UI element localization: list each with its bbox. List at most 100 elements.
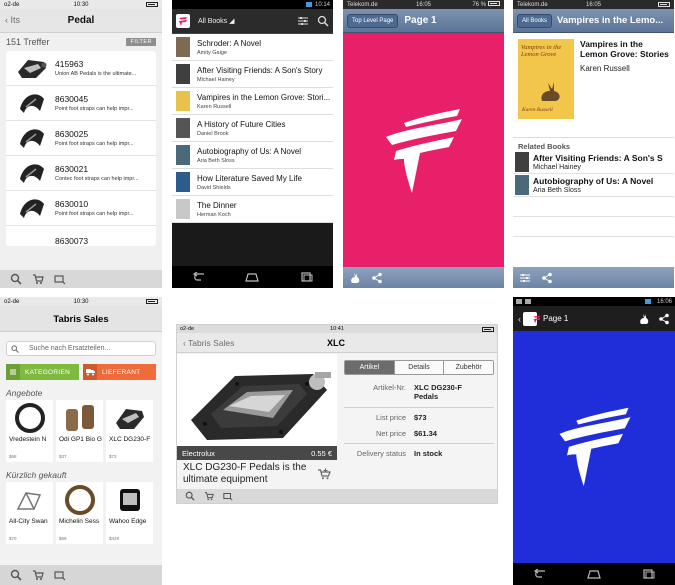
product-card[interactable]: XLC DG230-F $73 [106, 400, 153, 462]
back-button[interactable]: Top Level Page [347, 13, 399, 28]
status-bar: o2-de 10:41 [177, 325, 497, 333]
list-item[interactable]: 8630073 [6, 226, 156, 246]
list-item[interactable]: Schroder: A Novel Amity Gaige [172, 34, 333, 61]
list-item[interactable]: 415963 Union AB Pedals is the ultimate... [6, 51, 156, 86]
search-icon[interactable] [10, 569, 22, 581]
kategorien-button[interactable]: KATEGORIEN [6, 364, 79, 380]
back-icon[interactable] [191, 272, 207, 282]
up-navigation-icon[interactable]: ‹ [518, 314, 521, 324]
book-list: Schroder: A Novel Amity Gaige After Visiti… [172, 34, 333, 223]
book-title: The Dinner [197, 200, 237, 210]
item-desc: Point foot straps can help impr... [55, 141, 134, 147]
cart-icon[interactable] [32, 273, 44, 285]
product-price: $73 [109, 454, 117, 459]
list-item[interactable]: 8630010 Point foot straps can help impr..… [6, 191, 156, 226]
related-item[interactable]: Autobiography of Us: A Novel Aria Beth Sl… [513, 174, 674, 197]
carrier: o2-de [4, 1, 20, 8]
back-button[interactable]: All Books [517, 13, 553, 28]
book-author: Daniel Brook [197, 130, 229, 137]
list-add-icon[interactable] [54, 273, 66, 285]
empty-row [513, 217, 674, 237]
settings-sliders-icon[interactable] [297, 15, 309, 27]
tab-artikel[interactable]: Artikel [345, 361, 395, 374]
list-item[interactable]: How Literature Saved My Life David Shield… [172, 169, 333, 196]
book-author: Herman Koch [197, 211, 231, 218]
related-item[interactable]: After Visiting Friends: A Son's S Michael… [513, 151, 674, 174]
product-card[interactable]: Vredestein N $68 [6, 400, 53, 462]
book-author: Amity Gaige [197, 49, 227, 56]
foot-strap-thumbnail [20, 129, 44, 148]
item-id: 8630025 [55, 129, 89, 139]
related-author: Michael Hainey [533, 164, 581, 171]
list-item[interactable]: The Dinner Herman Koch [172, 196, 333, 223]
item-desc: Union AB Pedals is the ultimate... [55, 71, 137, 77]
tire-thumbnail [65, 485, 95, 515]
product-card[interactable]: Wahoo Edge $429 [106, 482, 153, 544]
product-card[interactable]: All-City Swan $70 [6, 482, 53, 544]
recent-apps-icon[interactable] [298, 272, 314, 282]
book-author: Michael Hainey [197, 76, 235, 83]
book-title: Vampires in the Lemon Grove: Stori... [197, 92, 331, 102]
add-to-cart-icon[interactable] [317, 468, 331, 480]
result-row: 151 Treffer FILTER [0, 33, 162, 51]
carrier: Telekom.de [517, 1, 548, 8]
home-icon[interactable] [244, 272, 260, 282]
list-item[interactable]: 8630025 Point foot straps can help impr..… [6, 121, 156, 156]
tabris-logo-icon [386, 109, 462, 193]
list-add-icon[interactable] [223, 491, 233, 501]
search-icon[interactable] [185, 491, 195, 501]
tab-bar [0, 270, 162, 288]
share-icon[interactable] [541, 272, 553, 284]
search-input[interactable]: Suche nach Ersatzteilen... [6, 341, 156, 356]
product-card[interactable]: Odi GP1 Bio G $37 [56, 400, 103, 462]
rabbit-icon[interactable] [349, 272, 361, 284]
filter-button[interactable]: FILTER [126, 38, 156, 46]
product-card[interactable]: Michelin Sess $69 [56, 482, 103, 544]
clock: 10:41 [330, 326, 344, 332]
action-bar: All Books ◢ [172, 9, 333, 34]
list-item[interactable]: Autobiography of Us: A Novel Aria Beth Sl… [172, 142, 333, 169]
back-button[interactable]: ‹ Tabris Sales [183, 338, 234, 348]
search-icon[interactable] [10, 273, 22, 285]
article-value: XLC DG230-F Pedals [414, 383, 462, 401]
page-title: XLC [327, 338, 345, 348]
cover-title: Vampires in the Lemon Grove [521, 44, 562, 59]
tab-zubehoer[interactable]: Zubehör [444, 361, 493, 374]
signal-icon [644, 299, 651, 304]
list-item[interactable]: Vampires in the Lemon Grove: Stori... Kar… [172, 88, 333, 115]
item-desc: Point foot straps can help impr... [55, 211, 134, 217]
related-author: Aria Beth Sloss [533, 187, 581, 194]
product-image: Electrolux 0.55 € [177, 354, 337, 460]
book-author: Karen Russell [197, 103, 232, 110]
list-item[interactable]: 8630021 Contec foot straps can help impr.… [6, 156, 156, 191]
product-price: $429 [109, 536, 120, 541]
list-add-icon[interactable] [54, 569, 66, 581]
list-item[interactable]: After Visiting Friends: A Son's Story Mic… [172, 61, 333, 88]
rabbit-icon[interactable] [638, 313, 650, 325]
status-bar: Telekom.de 16:05 [513, 0, 674, 9]
recent-apps-icon[interactable] [640, 569, 656, 579]
search-icon[interactable] [317, 15, 329, 27]
share-icon[interactable] [658, 313, 670, 325]
list-item[interactable]: 8630045 Point foot straps can help impr..… [6, 86, 156, 121]
article-label: Artikel-Nr. [373, 383, 406, 392]
lieferant-button[interactable]: LIEFERANT [83, 364, 156, 380]
book-filter-dropdown[interactable]: All Books ◢ [198, 17, 289, 25]
list-item[interactable]: A History of Future Cities Daniel Brook [172, 115, 333, 142]
pedal-thumbnail [116, 409, 144, 429]
offers-heading: Angebote [6, 388, 43, 398]
related-title: Autobiography of Us: A Novel [533, 176, 654, 186]
home-icon[interactable] [586, 569, 602, 579]
result-count: 151 Treffer [6, 37, 50, 47]
cart-icon[interactable] [204, 491, 214, 501]
book-author: Karen Russell [580, 64, 630, 74]
cover-author: Karen Russell [522, 107, 553, 113]
delivery-label: Delivery status [356, 449, 406, 458]
settings-sliders-icon[interactable] [519, 272, 531, 284]
book-title: Vampires in the Lemon Grove: Stories [580, 39, 669, 60]
tab-bar [177, 489, 497, 503]
tab-details[interactable]: Details [394, 361, 445, 374]
cart-icon[interactable] [32, 569, 44, 581]
back-icon[interactable] [532, 569, 548, 579]
share-icon[interactable] [371, 272, 383, 284]
